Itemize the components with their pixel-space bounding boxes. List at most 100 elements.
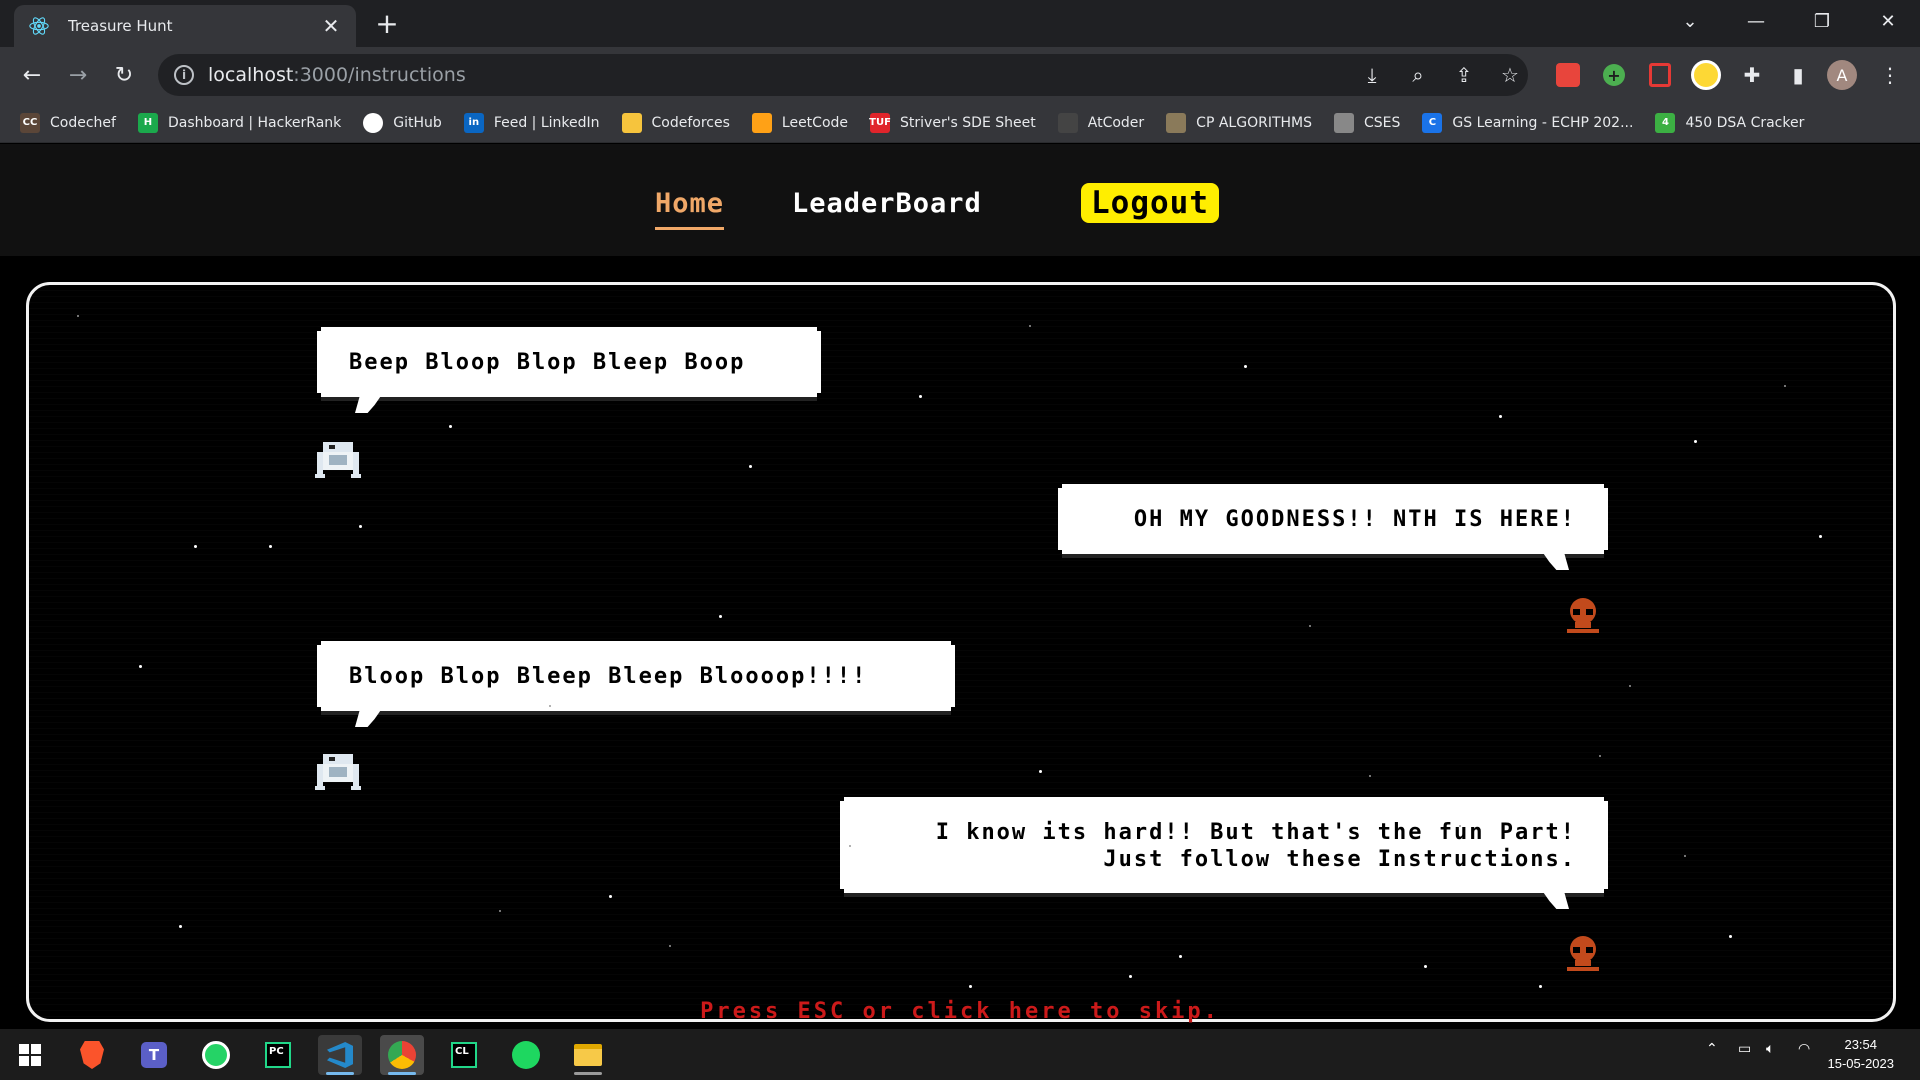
bookmark-item[interactable]: GitHub <box>363 112 442 133</box>
back-button[interactable]: ← <box>14 57 50 93</box>
codeforces-icon <box>621 112 642 133</box>
bookmark-item[interactable]: 4 450 DSA Cracker <box>1655 112 1804 133</box>
bookmark-star-icon[interactable]: ☆ <box>1494 59 1526 91</box>
robot-icon <box>315 442 361 478</box>
star <box>1499 415 1502 418</box>
side-panel-icon[interactable]: ▮ <box>1782 59 1814 91</box>
bookmark-label: CSES <box>1364 114 1401 131</box>
star <box>1369 775 1371 777</box>
bookmark-item[interactable]: in Feed | LinkedIn <box>463 112 600 133</box>
bookmark-item[interactable]: Codeforces <box>621 112 730 133</box>
install-app-icon[interactable]: ⤓ <box>1356 59 1388 91</box>
bookmark-item[interactable]: TUF Striver's SDE Sheet <box>869 112 1036 133</box>
extension-red-icon[interactable] <box>1552 59 1584 91</box>
extension-chart-icon[interactable] <box>1690 59 1722 91</box>
speech-bubble: OH MY GOODNESS!! NTH IS HERE! <box>1062 488 1604 550</box>
close-tab-icon[interactable]: ✕ <box>320 15 342 37</box>
close-window-button[interactable]: ✕ <box>1858 0 1918 42</box>
reload-button[interactable]: ↻ <box>106 57 142 93</box>
dialogue-text-line2: Just follow these Instructions. <box>1103 847 1576 872</box>
tab-title: Treasure Hunt <box>68 17 173 35</box>
browser-tab[interactable]: Treasure Hunt ✕ <box>14 5 356 47</box>
extension-plus-icon[interactable]: + <box>1598 59 1630 91</box>
star <box>1534 540 1537 543</box>
file-explorer-icon[interactable] <box>566 1035 610 1075</box>
battery-icon[interactable]: ▭ <box>1738 1041 1751 1057</box>
brave-icon[interactable] <box>70 1035 114 1075</box>
windows-start-icon[interactable] <box>8 1035 52 1075</box>
whatsapp-icon[interactable] <box>194 1035 238 1075</box>
forward-button[interactable]: → <box>60 57 96 93</box>
teams-icon[interactable]: T <box>132 1035 176 1075</box>
extension-pdf-icon[interactable] <box>1644 59 1676 91</box>
menu-kebab-icon[interactable]: ⋮ <box>1874 59 1906 91</box>
windows-taskbar: T PC CL ⌃ ▭ 🔈︎ ◠ 23:54 15-05-2023 <box>0 1029 1920 1080</box>
tab-search-chevron-icon[interactable]: ⌄ <box>1660 0 1720 42</box>
bookmark-item[interactable]: CSES <box>1334 112 1401 133</box>
star <box>1244 365 1247 368</box>
star <box>609 895 612 898</box>
star <box>499 910 501 912</box>
clion-icon[interactable]: CL <box>442 1035 486 1075</box>
star <box>1694 440 1697 443</box>
star <box>449 425 452 428</box>
extensions-puzzle-icon[interactable]: ✚ <box>1736 59 1768 91</box>
bookmark-label: Codechef <box>50 114 116 131</box>
new-tab-button[interactable]: + <box>372 10 402 40</box>
address-bar[interactable]: i localhost:3000/instructions <box>158 54 1528 96</box>
clock-date: 15-05-2023 <box>1827 1056 1895 1071</box>
bookmark-item[interactable]: CC Codechef <box>20 112 116 133</box>
site-navbar: Home LeaderBoard Logout <box>0 144 1920 256</box>
bookmark-item[interactable]: LeetCode <box>751 112 848 133</box>
bookmark-item[interactable]: AtCoder <box>1057 112 1145 133</box>
star <box>549 705 551 707</box>
star <box>1684 855 1686 857</box>
react-icon <box>29 17 49 35</box>
bookmark-item[interactable]: H Dashboard | HackerRank <box>137 112 341 133</box>
skull-icon <box>1567 598 1599 633</box>
star <box>1729 935 1732 938</box>
taskbar-clock[interactable]: 23:54 15-05-2023 <box>1828 1035 1895 1073</box>
vscode-icon[interactable] <box>318 1035 362 1075</box>
bookmark-label: Codeforces <box>651 114 730 131</box>
share-icon[interactable]: ⇪ <box>1448 59 1480 91</box>
instructions-frame[interactable]: Beep Bloop Blop Bleep Boop OH MY GOODNES… <box>26 282 1896 1022</box>
leetcode-icon <box>751 112 772 133</box>
nav-home-link[interactable]: Home <box>655 188 725 230</box>
nav-leaderboard-link[interactable]: LeaderBoard <box>792 188 982 219</box>
spotify-icon[interactable] <box>504 1035 548 1075</box>
volume-icon[interactable]: 🔈︎ <box>1766 1041 1774 1057</box>
dialogue-text: Beep Bloop Blop Bleep Boop <box>349 350 746 375</box>
star <box>1179 535 1182 538</box>
bookmark-label: GS Learning - ECHP 202... <box>1452 114 1634 131</box>
hackerrank-icon: H <box>137 112 158 133</box>
star <box>1784 385 1786 387</box>
skip-instructions-link[interactable]: Press ESC or click here to skip. <box>0 999 1920 1024</box>
star <box>1309 625 1311 627</box>
pycharm-icon[interactable]: PC <box>256 1035 300 1075</box>
zoom-icon[interactable]: ⌕ <box>1402 59 1434 91</box>
minimize-button[interactable]: — <box>1726 0 1786 42</box>
bookmark-label: GitHub <box>393 114 442 131</box>
speech-bubble-tail <box>1541 889 1569 909</box>
logout-button[interactable]: Logout <box>1081 183 1219 223</box>
wifi-icon[interactable]: ◠ <box>1798 1041 1810 1057</box>
bookmark-label: AtCoder <box>1087 114 1145 131</box>
star <box>1629 685 1631 687</box>
github-icon <box>363 112 384 133</box>
star <box>194 545 197 548</box>
star <box>77 315 79 317</box>
site-info-icon[interactable]: i <box>174 65 194 85</box>
bookmark-label: Feed | LinkedIn <box>493 114 600 131</box>
bookmark-item[interactable]: CP ALGORITHMS <box>1166 112 1312 133</box>
restore-button[interactable]: ❐ <box>1792 0 1852 42</box>
star <box>1339 520 1341 522</box>
bookmark-item[interactable]: C GS Learning - ECHP 202... <box>1422 112 1634 133</box>
star <box>139 665 142 668</box>
cses-icon <box>1334 112 1354 133</box>
gs-learning-icon: C <box>1422 112 1443 133</box>
profile-avatar[interactable]: A <box>1826 59 1858 91</box>
chrome-icon[interactable] <box>380 1035 424 1075</box>
tray-chevron-icon[interactable]: ⌃ <box>1706 1041 1718 1057</box>
speech-bubble-tail <box>355 393 383 413</box>
